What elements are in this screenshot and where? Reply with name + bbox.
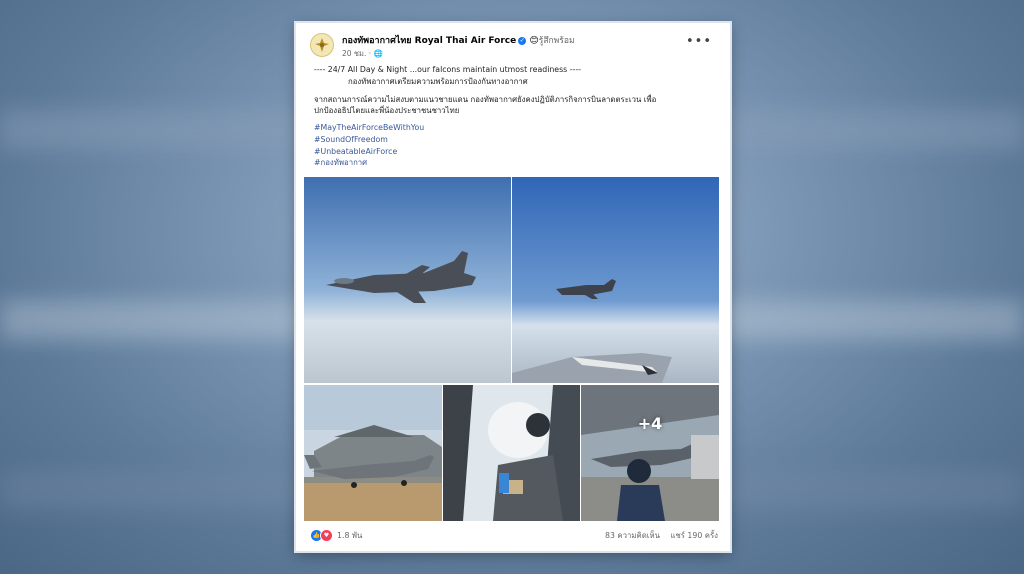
more-photos-count: +4: [637, 413, 663, 433]
comments-count-link[interactable]: 83 ความคิดเห็น: [605, 531, 660, 540]
hashtag-list: #MayTheAirForceBeWithYou #SoundOfFreedom…: [314, 122, 424, 169]
post-photo-jet-in-flight[interactable]: [304, 177, 511, 383]
air-force-emblem-icon: [315, 38, 329, 52]
reaction-count: 1.8 พัน: [337, 530, 363, 540]
verified-badge-icon: ✓: [518, 36, 527, 45]
reactions-summary[interactable]: 👍 ♥ 1.8 พัน: [310, 529, 362, 542]
post-header: กองทัพอากาศไทย Royal Thai Air Force ✓ 😊รู…: [306, 31, 720, 61]
page-name-line: กองทัพอากาศไทย Royal Thai Air Force ✓ 😊รู…: [342, 33, 575, 47]
feeling-emoji-icon: 😊: [529, 36, 539, 46]
post-photo-pilot-hangar[interactable]: +4: [581, 385, 719, 521]
post-text-line: ปกป้องอธิปไตยและพี่น้องประชาชนชาวไทย: [314, 106, 460, 116]
hashtag-link[interactable]: #UnbeatableAirForce: [314, 146, 424, 158]
post-footer: 👍 ♥ 1.8 พัน 83 ความคิดเห็น แชร์ 190 ครั้…: [310, 527, 718, 543]
engagement-stats: 83 ความคิดเห็น แชร์ 190 ครั้ง: [597, 530, 718, 542]
post-text: ---- 24/7 All Day & Night ...our falcons…: [314, 64, 714, 117]
feeling-label: รู้สึกพร้อม: [538, 36, 575, 46]
page-name[interactable]: กองทัพอากาศไทย Royal Thai Air Force: [342, 36, 516, 46]
shares-count-link[interactable]: แชร์ 190 ครั้ง: [670, 531, 718, 540]
post-text-line: จากสถานการณ์ความไม่สงบตามแนวชายแดน กองทั…: [314, 94, 657, 104]
hashtag-link[interactable]: #กองทัพอากาศ: [314, 157, 424, 169]
post-photo-jet-on-ground[interactable]: [304, 385, 442, 521]
more-options-button[interactable]: •••: [686, 34, 712, 49]
post-meta: 20 ชม. · 🌐: [342, 48, 383, 60]
post-photo-cockpit-view[interactable]: [512, 177, 719, 383]
post-text-line: ---- 24/7 All Day & Night ...our falcons…: [314, 65, 581, 74]
page-avatar[interactable]: [310, 33, 334, 57]
post-time[interactable]: 20 ชม. ·: [342, 49, 371, 58]
post-photo-pilot-cockpit[interactable]: [443, 385, 580, 521]
globe-icon: 🌐: [373, 49, 383, 58]
love-reaction-icon: ♥: [320, 529, 333, 542]
hashtag-link[interactable]: #MayTheAirForceBeWithYou: [314, 122, 424, 134]
hashtag-link[interactable]: #SoundOfFreedom: [314, 134, 424, 146]
facebook-post-card: กองทัพอากาศไทย Royal Thai Air Force ✓ 😊รู…: [296, 23, 730, 551]
post-text-line: กองทัพอากาศเตรียมความพร้อมการป้องกันทางอ…: [348, 76, 528, 86]
